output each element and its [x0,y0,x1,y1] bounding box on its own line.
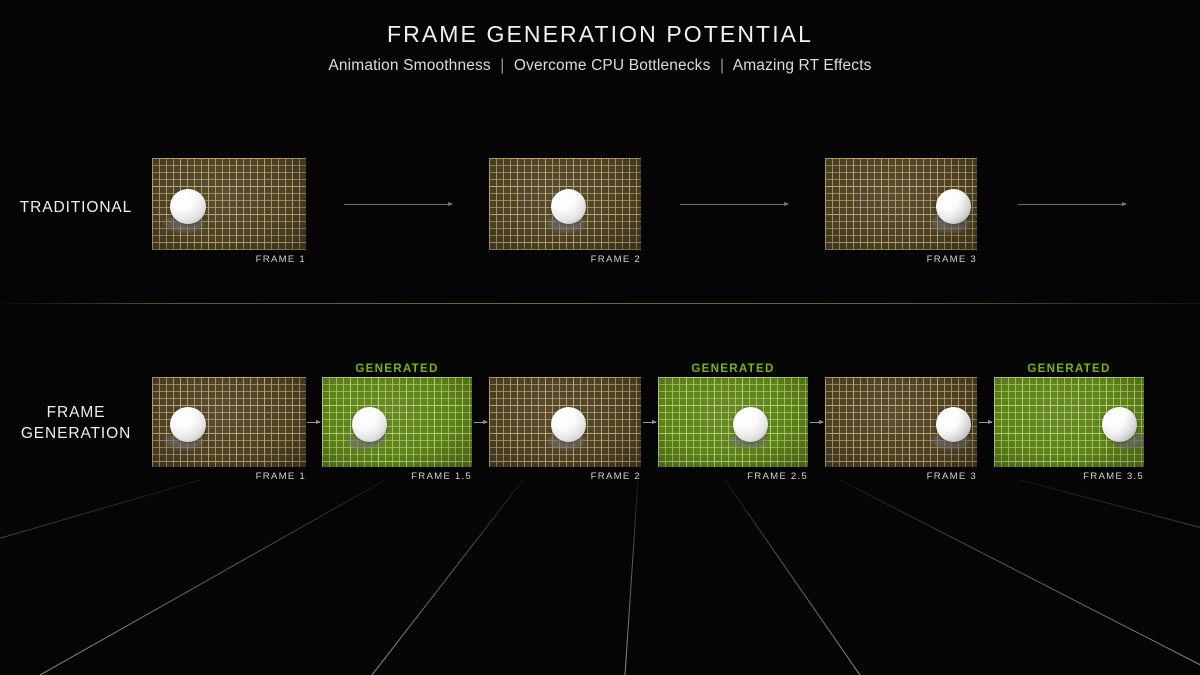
row-label-frame-generation: FRAME GENERATION [0,403,152,445]
flow-arrow-icon [979,420,993,424]
flow-arrow-icon [810,420,824,424]
ball-icon [733,406,768,442]
ball-icon [1102,406,1137,442]
slide-header: FRAME GENERATION POTENTIAL Animation Smo… [0,0,1200,75]
frame-caption: FRAME 1 [255,471,306,482]
frame-caption: FRAME 3 [926,471,977,482]
generated-badge: GENERATED [355,362,439,375]
frame-panel[interactable] [489,377,641,467]
flow-arrow-icon [344,202,453,206]
frame-caption: FRAME 2.5 [747,471,808,482]
subtitle-separator-2: | [719,57,725,75]
generated-badge: GENERATED [691,362,775,375]
ball-icon [551,406,587,442]
frame-panel[interactable] [152,377,306,467]
flow-arrow-icon [1018,202,1127,206]
frame-caption: FRAME 3.5 [1083,471,1144,482]
frame-caption: FRAME 1.5 [411,471,472,482]
page-title: FRAME GENERATION POTENTIAL [386,21,814,47]
row-label-framegen-line2: GENERATION [20,424,132,442]
flow-arrow-icon [643,420,657,424]
generated-badge: GENERATED [1027,362,1111,375]
frame-caption: FRAME 1 [255,254,306,265]
frame-caption: FRAME 2 [590,254,641,265]
subtitle-separator-1: | [500,57,505,75]
frame-panel-generated[interactable] [322,377,472,467]
ball-icon [352,406,387,442]
ball-icon [170,189,206,225]
frame-panel[interactable] [825,377,977,467]
ball-icon [170,406,206,442]
frame-panel-generated[interactable] [994,377,1144,467]
frame-panel-generated[interactable] [658,377,808,467]
perspective-floor-grid [0,480,1200,675]
frame-surface-fg-1-5 [322,377,472,467]
frame-panel[interactable] [152,158,306,250]
ball-icon [935,406,971,442]
frame-panel[interactable] [825,158,977,250]
frame-panel[interactable] [489,158,641,250]
frame-caption: FRAME 2 [590,471,641,482]
frame-caption: FRAME 3 [926,254,977,265]
subtitle-part-1: Animation Smoothness [328,57,491,75]
row-divider [0,303,1200,304]
flow-arrow-icon [680,202,789,206]
subtitle-part-2: Overcome CPU Bottlenecks [513,57,711,75]
subtitle-part-3: Amazing RT Effects [732,57,872,75]
row-label-traditional-text: TRADITIONAL [19,199,133,216]
subtitle: Animation Smoothness | Overcome CPU Bott… [0,57,1200,75]
flow-arrow-icon [307,420,321,424]
row-label-framegen-line1: FRAME [46,404,106,421]
flow-arrow-icon [474,420,488,424]
row-label-traditional: TRADITIONAL [0,198,152,219]
ball-icon [935,189,971,225]
